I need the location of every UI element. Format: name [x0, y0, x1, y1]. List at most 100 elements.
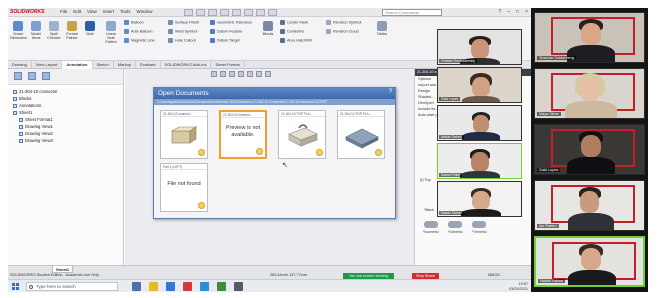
spell-checker-button[interactable]: Spell Checker: [46, 21, 62, 40]
centerline-button[interactable]: Centerline: [280, 29, 304, 34]
unit-system[interactable]: MMGS: [488, 273, 500, 277]
overlay-participant-tile[interactable]: Nadav Sahon: [437, 105, 522, 141]
overlay-participant-tile-speaking[interactable]: Daniel Pirkel: [437, 143, 522, 179]
document-thumbnail-selected[interactable]: 21-304-10 connect... Preview is not avai…: [219, 110, 267, 159]
print-icon[interactable]: [220, 9, 229, 16]
edge-icon[interactable]: [166, 282, 175, 291]
system-tray-clock[interactable]: 19:57 03/03/2021: [509, 282, 528, 291]
home-icon[interactable]: [184, 9, 193, 16]
zoom-fit-icon[interactable]: [211, 71, 217, 77]
graphics-area[interactable]: Open Documents ? C:\Users\gabriel\OneDri…: [125, 69, 414, 265]
datum-feature-button[interactable]: Datum Feature: [210, 29, 242, 34]
menu-edit[interactable]: Edit: [73, 9, 81, 14]
dimetric-view-item[interactable]: *Dimetric: [448, 221, 463, 234]
tree-item-annotations[interactable]: Annotations: [13, 102, 123, 109]
auto-balloon-button[interactable]: Auto Balloon: [124, 29, 153, 34]
tab-view-layout[interactable]: View Layout: [32, 61, 63, 69]
revision-cloud-button[interactable]: Revision Cloud: [326, 29, 359, 34]
taskbar-search-input[interactable]: Type here to search: [26, 282, 118, 291]
close-document-icon[interactable]: [198, 149, 205, 156]
back-view-label[interactable]: *Back: [421, 207, 437, 213]
linear-note-pattern-button[interactable]: Linear Note Pattern: [102, 21, 120, 44]
magnetic-line-button[interactable]: Magnetic Line: [124, 38, 155, 43]
tree-item-drawing-view2[interactable]: Drawing View2: [13, 130, 123, 137]
menu-file[interactable]: File: [60, 9, 67, 14]
select-icon[interactable]: [244, 9, 253, 16]
geometric-tolerance-button[interactable]: Geometric Tolerance: [210, 20, 252, 25]
smart-dimension-button[interactable]: Smart Dimension: [10, 21, 27, 40]
menu-window[interactable]: Window: [137, 9, 153, 14]
windows-start-icon[interactable]: [12, 283, 19, 290]
zoom-taskbar-icon[interactable]: [200, 282, 209, 291]
zoom-area-icon[interactable]: [220, 71, 226, 77]
tree-item-drawing-view3[interactable]: Drawing View3: [13, 137, 123, 144]
weld-symbol-button[interactable]: Weld Symbol: [168, 29, 197, 34]
close-document-icon[interactable]: [256, 148, 263, 155]
trimetric-view-item[interactable]: *Trimetric: [472, 221, 487, 234]
previous-view-icon[interactable]: [229, 71, 235, 77]
center-mark-button[interactable]: Center Mark: [280, 20, 308, 25]
section-view-icon[interactable]: [238, 71, 244, 77]
tree-item-sheet1[interactable]: Sheet1: [13, 109, 123, 116]
hole-callout-button[interactable]: Hole Callout: [168, 38, 196, 43]
help-icon[interactable]: ?: [389, 89, 392, 95]
overlay-participant-tile[interactable]: Chaitan Tirumalareddy: [437, 29, 522, 65]
solidworks-taskbar-icon[interactable]: [183, 282, 192, 291]
surface-finish-button[interactable]: Surface Finish: [168, 20, 199, 25]
tree-item-drawing-view1[interactable]: Drawing View1: [13, 123, 123, 130]
tree-item-part[interactable]: 21-304-10 connector: [13, 88, 123, 95]
app-icon[interactable]: [234, 282, 243, 291]
rebuild-icon[interactable]: [256, 9, 265, 16]
balloon-button[interactable]: Balloon: [124, 20, 144, 25]
overlay-participant-tile[interactable]: Gabi Lopes: [437, 67, 522, 103]
blocks-button[interactable]: Blocks: [260, 21, 276, 36]
document-thumbnail-missing[interactable]: Part 1 (LEFT) File not found: [160, 163, 208, 212]
isometric-view-item[interactable]: *Isometric: [423, 221, 439, 234]
document-thumbnail[interactable]: 21-304-10 connect...: [160, 110, 208, 159]
tab-annotation[interactable]: Annotation: [62, 61, 93, 69]
model-items-button[interactable]: Model Items: [28, 21, 44, 40]
tables-button[interactable]: Tables: [374, 21, 390, 36]
options-icon[interactable]: [268, 9, 277, 16]
search-commands-input[interactable]: Search Commands: [382, 9, 442, 16]
tab-add-ins[interactable]: SOLIDWORKS Add-Ins: [161, 61, 212, 69]
tab-drawing[interactable]: Drawing: [8, 61, 32, 69]
maximize-icon[interactable]: □: [516, 9, 519, 15]
close-icon[interactable]: ×: [525, 9, 528, 15]
new-icon[interactable]: [196, 9, 205, 16]
overlay-participant-tile[interactable]: Nadav Sahon: [437, 181, 522, 217]
tab-evaluate[interactable]: Evaluate: [136, 61, 161, 69]
tab-sheet-format[interactable]: Sheet Format: [211, 61, 245, 69]
document-thumbnail[interactable]: 21-304-10 TOP PLA...: [337, 110, 385, 159]
hide-show-icon[interactable]: [265, 71, 271, 77]
minimize-icon[interactable]: –: [507, 9, 510, 15]
undo-icon[interactable]: [232, 9, 241, 16]
feature-tree-icon[interactable]: [14, 72, 22, 80]
document-thumbnail[interactable]: 21-304-10 TOP PLA...: [278, 110, 326, 159]
sheet-tab[interactable]: Sheet1: [52, 266, 74, 273]
format-painter-button[interactable]: Format Painter: [64, 21, 80, 40]
gallery-participant-tile[interactable]: Maya Ofner: [534, 68, 645, 119]
close-document-icon[interactable]: [198, 202, 205, 209]
display-style-icon[interactable]: [256, 71, 262, 77]
gallery-participant-tile[interactable]: Shachar Goldenberg: [534, 12, 645, 63]
gallery-participant-tile-speaking[interactable]: Nadav Sahon: [534, 236, 645, 287]
tree-item-blocks[interactable]: Blocks: [13, 95, 123, 102]
tab-sketch[interactable]: Sketch: [93, 61, 114, 69]
open-icon[interactable]: [208, 9, 217, 16]
close-document-icon[interactable]: [316, 149, 323, 156]
gallery-participant-tile[interactable]: Ido Rotem: [534, 180, 645, 231]
help-icon[interactable]: ?: [498, 9, 501, 15]
config-manager-icon[interactable]: [42, 72, 50, 80]
task-view-icon[interactable]: [132, 282, 141, 291]
view-orientation-icon[interactable]: [247, 71, 253, 77]
gallery-participant-tile[interactable]: Gabi Lopes: [534, 124, 645, 175]
menu-insert[interactable]: Insert: [103, 9, 114, 14]
property-manager-icon[interactable]: [28, 72, 36, 80]
excel-icon[interactable]: [217, 282, 226, 291]
datum-target-button[interactable]: Datum Target: [210, 38, 240, 43]
tree-item-sheet-format[interactable]: Sheet Format1: [13, 116, 123, 123]
menu-tools[interactable]: Tools: [120, 9, 131, 14]
note-button[interactable]: Note: [82, 21, 98, 36]
revision-symbol-button[interactable]: Revision Symbol: [326, 20, 361, 25]
